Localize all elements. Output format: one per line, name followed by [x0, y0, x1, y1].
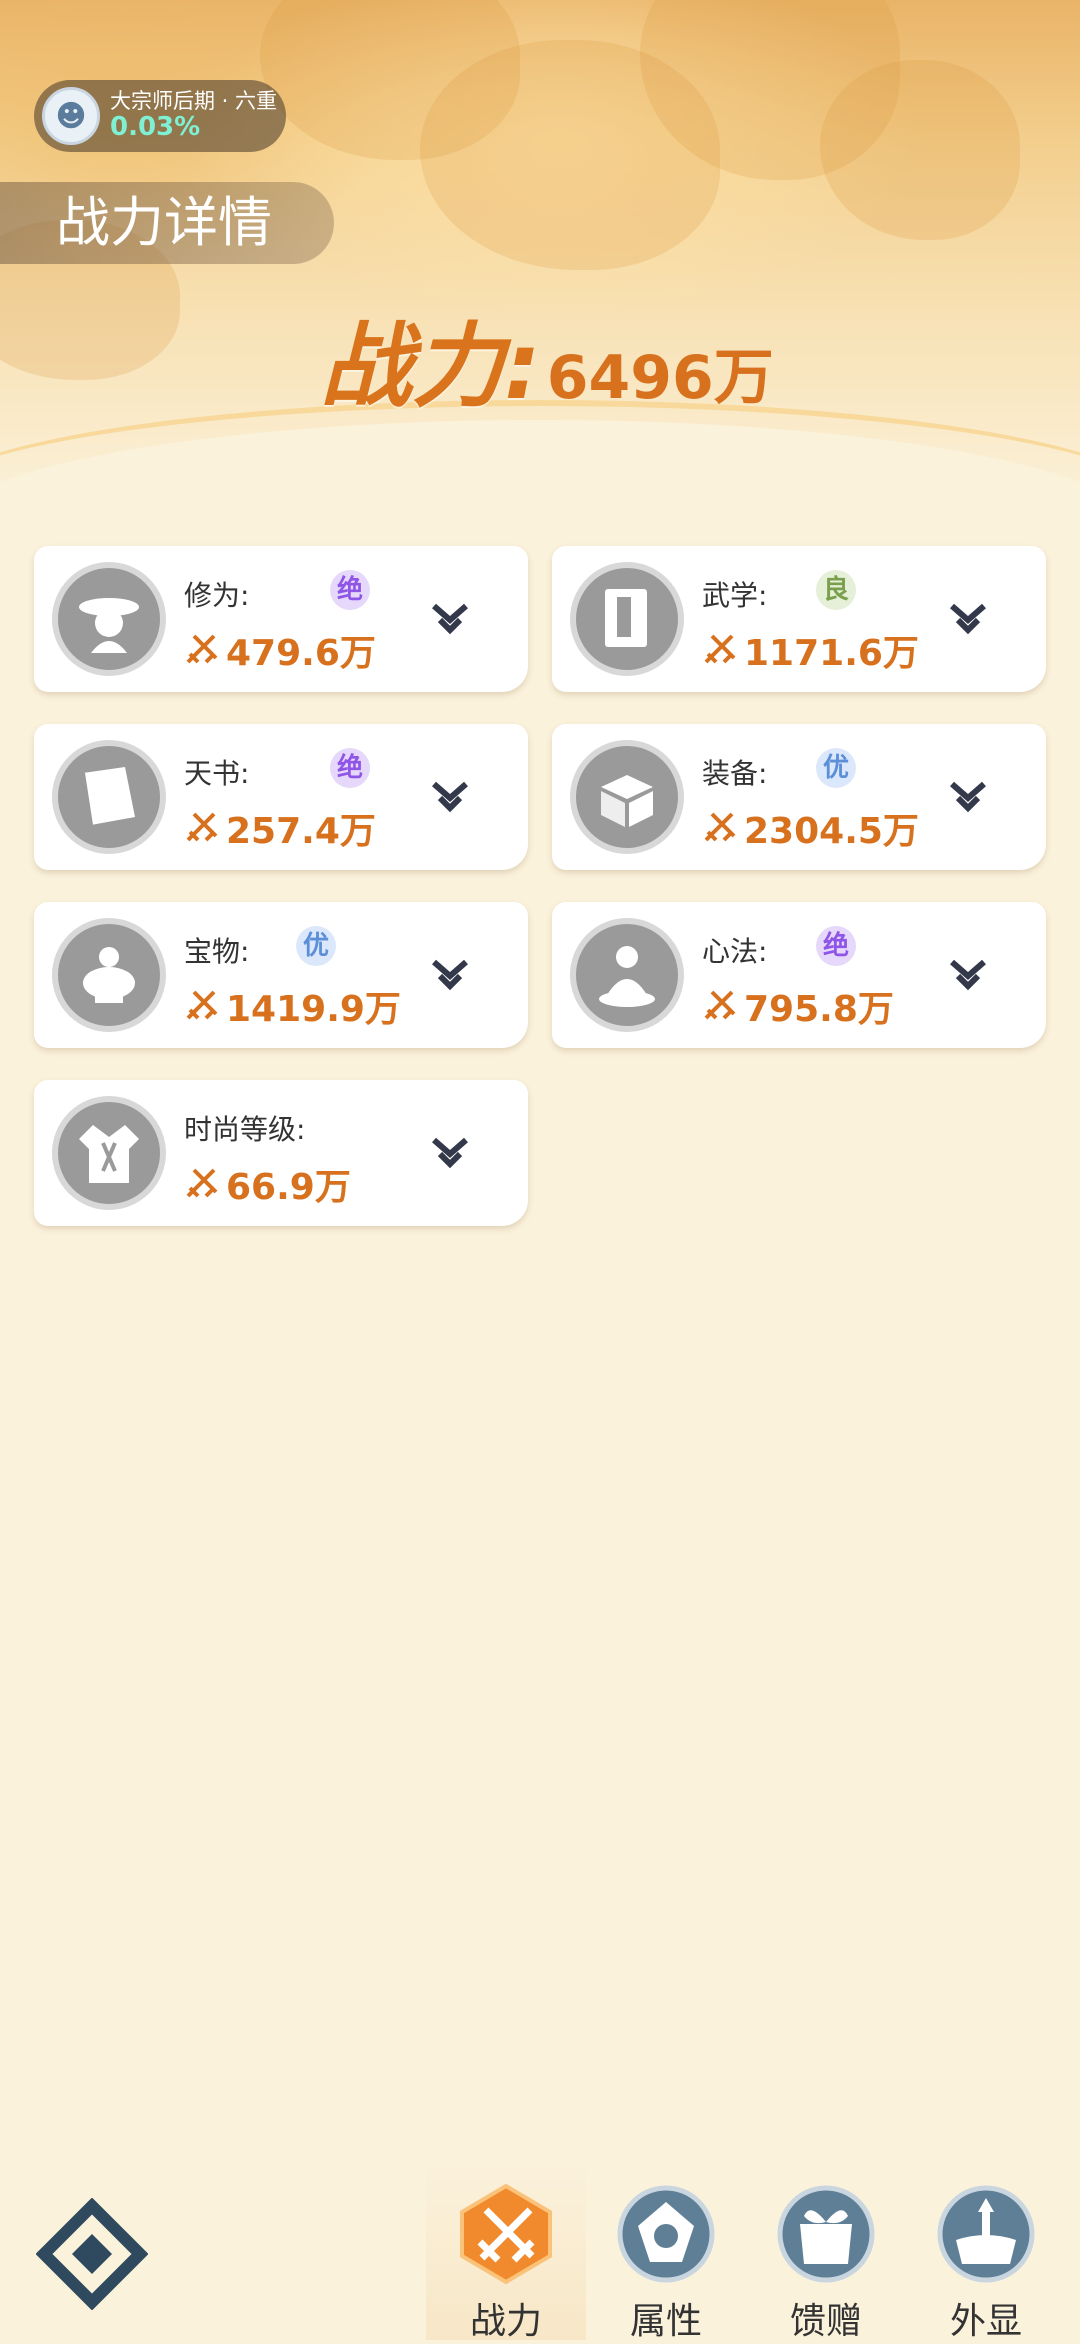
- expand-chevron-icon[interactable]: [428, 954, 472, 994]
- total-power: 战力: 6496万: [320, 292, 774, 422]
- grade-badge: 绝: [330, 570, 370, 610]
- tab-power[interactable]: 战力: [426, 2160, 586, 2342]
- card-name: 宝物:: [184, 935, 250, 968]
- meditation-icon: [570, 918, 684, 1032]
- card-name: 心法:: [702, 935, 768, 968]
- avatar: ☻: [42, 87, 100, 145]
- card-name: 天书:: [184, 757, 250, 790]
- expand-chevron-icon[interactable]: [428, 1132, 472, 1172]
- grade-badge: 绝: [330, 748, 370, 788]
- swords-icon: [704, 990, 736, 1020]
- expand-chevron-icon[interactable]: [946, 598, 990, 638]
- home-diamond-icon[interactable]: [36, 2198, 148, 2310]
- card-name: 时尚等级:: [184, 1113, 306, 1146]
- card-value: 66.9万: [226, 1167, 351, 1208]
- card-fashion-level[interactable]: 时尚等级: 66.9万: [34, 1080, 528, 1226]
- total-power-value: 6496万: [546, 343, 774, 413]
- card-value: 479.6万: [226, 633, 376, 674]
- card-name: 装备:: [702, 757, 768, 790]
- card-mind-method[interactable]: 心法: 绝 795.8万: [552, 902, 1046, 1048]
- card-cultivation[interactable]: 修为: 绝 479.6万: [34, 546, 528, 692]
- realm-progress: 0.03%: [110, 112, 201, 143]
- swords-icon: [704, 812, 736, 842]
- hermit-icon: [52, 562, 166, 676]
- book-icon: [570, 562, 684, 676]
- tab-label: 战力: [469, 2301, 542, 2342]
- card-heavenly-book[interactable]: 天书: 绝 257.4万: [34, 724, 528, 870]
- card-treasure[interactable]: 宝物: 优 1419.9万: [34, 902, 528, 1048]
- expand-chevron-icon[interactable]: [946, 954, 990, 994]
- expand-chevron-icon[interactable]: [946, 776, 990, 816]
- tab-label: 外显: [949, 2301, 1022, 2342]
- card-value: 2304.5万: [744, 811, 919, 852]
- equipment-box-icon: [570, 740, 684, 854]
- swords-icon: [186, 990, 218, 1020]
- tab-gifts[interactable]: 馈赠: [746, 2160, 906, 2342]
- swords-icon: [186, 1168, 218, 1198]
- card-equipment[interactable]: 装备: 优 2304.5万: [552, 724, 1046, 870]
- tab-attributes[interactable]: 属性: [586, 2160, 746, 2342]
- page-title: 战力详情: [0, 182, 334, 264]
- card-name: 武学:: [702, 579, 768, 612]
- swords-icon: [186, 634, 218, 664]
- total-power-label: 战力:: [320, 313, 541, 420]
- tab-label: 属性: [629, 2301, 702, 2342]
- card-martial-arts[interactable]: 武学: 良 1171.6万: [552, 546, 1046, 692]
- card-name: 修为:: [184, 579, 250, 612]
- expand-chevron-icon[interactable]: [428, 776, 472, 816]
- gift-tab-icon: [777, 2185, 875, 2283]
- tab-appearance[interactable]: 外显: [906, 2160, 1066, 2342]
- realm-title: 大宗师后期 · 六重: [110, 89, 278, 114]
- power-tab-icon: [460, 2183, 552, 2285]
- appearance-tab-icon: [937, 2185, 1035, 2283]
- treasure-pot-icon: [52, 918, 166, 1032]
- card-value: 1419.9万: [226, 989, 401, 1030]
- bottom-nav: 战力 属性 馈赠 外显: [0, 2140, 1080, 2342]
- attributes-tab-icon: [617, 2185, 715, 2283]
- card-value: 795.8万: [744, 989, 894, 1030]
- card-value: 257.4万: [226, 811, 376, 852]
- grade-badge: 良: [816, 570, 856, 610]
- tab-label: 馈赠: [789, 2301, 862, 2342]
- costume-icon: [52, 1096, 166, 1210]
- swords-icon: [186, 812, 218, 842]
- card-value: 1171.6万: [744, 633, 919, 674]
- grade-badge: 优: [816, 748, 856, 788]
- realm-level-badge[interactable]: ☻ 大宗师后期 · 六重 0.03%: [34, 80, 286, 152]
- expand-chevron-icon[interactable]: [428, 598, 472, 638]
- grade-badge: 绝: [816, 926, 856, 966]
- scroll-book-icon: [52, 740, 166, 854]
- swords-icon: [704, 634, 736, 664]
- grade-badge: 优: [296, 926, 336, 966]
